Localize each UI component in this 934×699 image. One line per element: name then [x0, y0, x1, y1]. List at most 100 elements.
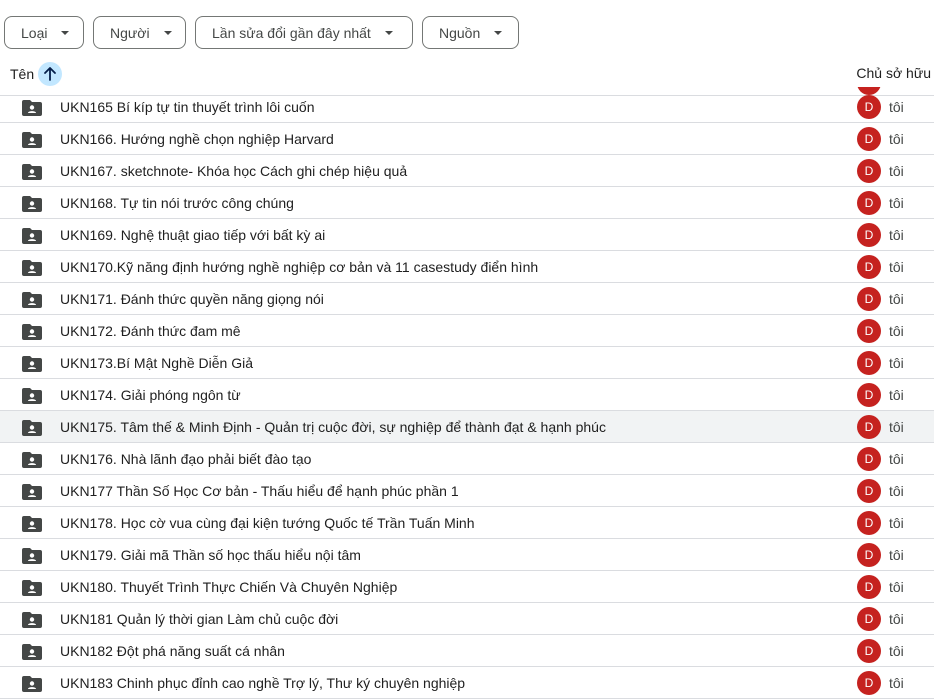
file-list: UKN165 Bí kíp tự tin thuyết trình lôi cu… [0, 91, 934, 699]
avatar: D [857, 575, 881, 599]
file-title: UKN179. Giải mã Thần số học thấu hiểu nộ… [60, 547, 361, 563]
owner-label: tôi [889, 419, 904, 435]
shared-folder-icon [22, 484, 42, 500]
type-filter-chip[interactable]: Loại [4, 16, 84, 49]
owner-label: tôi [889, 547, 904, 563]
chevron-down-icon [163, 30, 172, 35]
filter-bar: Loại Người Lần sửa đổi gần đây nhất Nguồ… [4, 16, 519, 49]
avatar: D [857, 255, 881, 279]
file-row[interactable]: UKN183 Chinh phục đỉnh cao nghề Trợ lý, … [0, 667, 934, 699]
avatar: D [857, 351, 881, 375]
shared-folder-icon [22, 580, 42, 596]
shared-folder-icon [22, 516, 42, 532]
list-header: Tên Chủ sở hữu [0, 60, 934, 86]
sort-ascending-button[interactable] [38, 62, 63, 86]
owner-label: tôi [889, 291, 904, 307]
owner-label: tôi [889, 99, 904, 115]
shared-folder-icon [22, 196, 42, 212]
file-row[interactable]: UKN175. Tâm thế & Minh Định - Quản trị c… [0, 411, 934, 443]
owner-column-header[interactable]: Chủ sở hữu [856, 65, 931, 81]
avatar: D [857, 607, 881, 631]
shared-folder-icon [22, 292, 42, 308]
shared-folder-icon [22, 100, 42, 116]
owner-label: tôi [889, 579, 904, 595]
owner-label: tôi [889, 355, 904, 371]
file-title: UKN169. Nghệ thuật giao tiếp với bất kỳ … [60, 227, 326, 243]
avatar: D [857, 159, 881, 183]
name-column-header[interactable]: Tên [10, 62, 63, 86]
owner-label: tôi [889, 483, 904, 499]
shared-folder-icon [22, 452, 42, 468]
owner-label: tôi [889, 163, 904, 179]
owner-label: tôi [889, 195, 904, 211]
shared-folder-icon [22, 388, 42, 404]
owner-label: tôi [889, 515, 904, 531]
owner-label: tôi [889, 643, 904, 659]
shared-folder-icon [22, 612, 42, 628]
file-row[interactable]: UKN173.Bí Mật Nghề Diễn Giả Dtôi [0, 347, 934, 379]
file-row[interactable]: UKN171. Đánh thức quyền năng giọng nói Dt… [0, 283, 934, 315]
shared-folder-icon [22, 644, 42, 660]
file-row[interactable]: UKN168. Tự tin nói trước công chúng Dtôi [0, 187, 934, 219]
file-row[interactable]: UKN174. Giải phóng ngôn từ Dtôi [0, 379, 934, 411]
owner-label: tôi [889, 323, 904, 339]
file-row[interactable]: UKN166. Hướng nghề chọn nghiệp Harvard Dt… [0, 123, 934, 155]
file-row[interactable]: UKN182 Đột phá năng suất cá nhân Dtôi [0, 635, 934, 667]
file-title: UKN167. sketchnote- Khóa học Cách ghi ch… [60, 163, 408, 179]
file-row[interactable]: UKN176. Nhà lãnh đạo phải biết đào tạo Dt… [0, 443, 934, 475]
avatar: D [857, 319, 881, 343]
avatar: D [857, 543, 881, 567]
avatar: D [857, 671, 881, 695]
shared-folder-icon [22, 132, 42, 148]
file-title: UKN166. Hướng nghề chọn nghiệp Harvard [60, 131, 334, 147]
file-row[interactable]: UKN181 Quản lý thời gian Làm chủ cuộc đờ… [0, 603, 934, 635]
file-row[interactable]: UKN172. Đánh thức đam mê Dtôi [0, 315, 934, 347]
file-title: UKN172. Đánh thức đam mê [60, 323, 241, 339]
avatar: D [857, 95, 881, 119]
file-title: UKN176. Nhà lãnh đạo phải biết đào tạo [60, 451, 312, 467]
file-title: UKN171. Đánh thức quyền năng giọng nói [60, 291, 324, 307]
shared-folder-icon [22, 420, 42, 436]
owner-label: tôi [889, 451, 904, 467]
modified-filter-chip[interactable]: Lần sửa đổi gần đây nhất [195, 16, 413, 49]
type-filter-label: Loại [21, 24, 48, 41]
file-row[interactable]: UKN179. Giải mã Thần số học thấu hiểu nộ… [0, 539, 934, 571]
file-title: UKN170.Kỹ năng định hướng nghề nghiệp cơ… [60, 259, 539, 275]
people-filter-label: Người [110, 24, 150, 41]
shared-folder-icon [22, 356, 42, 372]
file-row[interactable]: UKN170.Kỹ năng định hướng nghề nghiệp cơ… [0, 251, 934, 283]
chevron-down-icon [384, 30, 393, 35]
file-row[interactable]: UKN167. sketchnote- Khóa học Cách ghi ch… [0, 155, 934, 187]
file-title: UKN165 Bí kíp tự tin thuyết trình lôi cu… [60, 99, 315, 115]
file-row[interactable]: UKN177 Thần Số Học Cơ bản - Thấu hiểu để… [0, 475, 934, 507]
avatar: D [857, 223, 881, 247]
arrow-up-icon [44, 67, 57, 81]
avatar: D [857, 639, 881, 663]
file-row[interactable]: UKN178. Học cờ vua cùng đại kiện tướng Q… [0, 507, 934, 539]
shared-folder-icon [22, 324, 42, 340]
chevron-down-icon [61, 30, 70, 35]
source-filter-chip[interactable]: Nguồn [422, 16, 519, 49]
owner-label: tôi [889, 675, 904, 691]
avatar: D [857, 511, 881, 535]
file-title: UKN181 Quản lý thời gian Làm chủ cuộc đờ… [60, 611, 339, 627]
shared-folder-icon [22, 676, 42, 692]
owner-label: tôi [889, 387, 904, 403]
avatar: D [857, 383, 881, 407]
file-row[interactable]: UKN165 Bí kíp tự tin thuyết trình lôi cu… [0, 91, 934, 123]
avatar: D [857, 479, 881, 503]
shared-folder-icon [22, 548, 42, 564]
file-row[interactable]: UKN180. Thuyết Trình Thực Chiến Và Chuyê… [0, 571, 934, 603]
file-title: UKN174. Giải phóng ngôn từ [60, 387, 241, 403]
file-title: UKN175. Tâm thế & Minh Định - Quản trị c… [60, 419, 606, 435]
file-title: UKN180. Thuyết Trình Thực Chiến Và Chuyê… [60, 579, 398, 595]
avatar: D [857, 191, 881, 215]
file-title: UKN177 Thần Số Học Cơ bản - Thấu hiểu để… [60, 483, 459, 499]
file-title: UKN182 Đột phá năng suất cá nhân [60, 643, 285, 659]
source-filter-label: Nguồn [439, 24, 481, 41]
avatar: D [857, 127, 881, 151]
people-filter-chip[interactable]: Người [93, 16, 186, 49]
file-row[interactable]: UKN169. Nghệ thuật giao tiếp với bất kỳ … [0, 219, 934, 251]
shared-folder-icon [22, 164, 42, 180]
owner-label: tôi [889, 227, 904, 243]
